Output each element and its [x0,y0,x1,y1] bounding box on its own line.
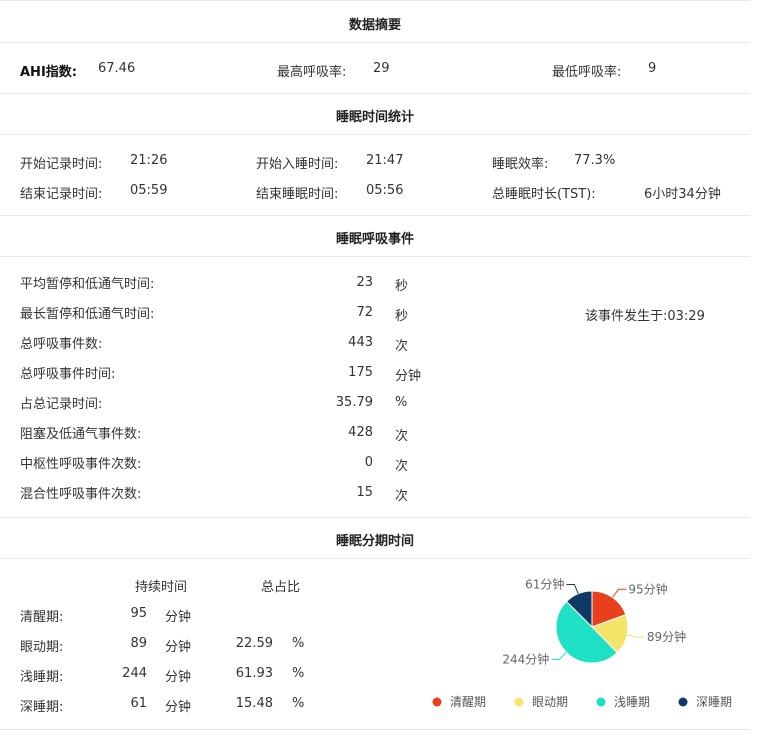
event-row-unit: % [395,395,408,410]
event-row-value: 175 [348,365,373,380]
event-row-value: 23 [356,275,373,290]
event-row-label: 最长暂停和低通气时间: [20,307,155,322]
stage-unit: 分钟 [165,670,192,685]
legend-label[interactable]: 浅睡期 [614,695,650,709]
event-row-value: 15 [356,485,373,500]
stage-minutes: 244 [122,666,147,681]
pie-label-line [551,651,567,660]
divider [0,256,750,257]
stage-ratio: 15.48 [235,696,273,711]
legend-marker[interactable] [514,697,524,707]
pie-data-label: 89分钟 [647,629,686,644]
end-sleep-label: 结束睡眠时间: [256,187,339,202]
event-row-label: 阻塞及低通气事件数: [20,427,142,442]
col-duration-header: 持续时间 [135,580,188,595]
event-row-label: 混合性呼吸事件次数: [20,487,142,502]
event-row-label: 平均暂停和低通气时间: [20,277,155,292]
divider [0,42,750,43]
stage-unit: 分钟 [165,640,192,655]
stage-minutes: 95 [130,606,147,621]
pie-data-label: 61分钟 [525,576,564,591]
divider [0,93,750,94]
event-row-value: 443 [348,335,373,350]
pie-data-label: 244分钟 [502,651,549,666]
max-resp-label: 最高呼吸率: [277,65,347,80]
start-sleep-value: 21:47 [366,153,404,168]
pie-label-line [627,634,645,638]
tst-label: 总睡眠时长(TST): [492,187,596,202]
pie-label-line [612,588,627,598]
max-resp-value: 29 [373,61,390,76]
efficiency-label: 睡眠效率: [492,157,549,172]
stage-pct: % [292,696,305,711]
stage-name: 清醒期: [20,610,64,625]
stage-name: 眼动期: [20,640,64,655]
legend-marker[interactable] [596,697,606,707]
divider [0,0,750,1]
event-row-label: 中枢性呼吸事件次数: [20,457,142,472]
start-sleep-label: 开始入睡时间: [256,157,339,172]
event-row-unit: 秒 [395,309,409,324]
event-row-unit: 次 [395,429,409,444]
stage-pct: % [292,666,305,681]
stage-ratio: 22.59 [235,636,273,651]
event-row-label: 总呼吸事件数: [20,337,103,352]
sleep-time-title: 睡眠时间统计 [335,110,414,125]
divider [0,729,750,730]
legend-label[interactable]: 清醒期 [450,695,486,709]
event-row-unit: 次 [395,339,409,354]
min-resp-value: 9 [648,61,657,76]
divider [0,134,750,135]
summary-title: 数据摘要 [348,18,401,33]
pie-label-line [566,583,579,594]
event-row-unit: 次 [395,459,409,474]
stage-name: 深睡期: [20,700,64,715]
stage-unit: 分钟 [165,610,192,625]
stage-ratio: 61.93 [235,666,273,681]
end-record-value: 05:59 [130,183,168,198]
divider [0,215,750,216]
stage-name: 浅睡期: [20,670,64,685]
event-row-label: 占总记录时间: [20,397,103,412]
stage-unit: 分钟 [165,700,192,715]
end-record-label: 结束记录时间: [20,187,103,202]
legend-marker[interactable] [432,697,442,707]
efficiency-value: 77.3% [574,153,616,168]
start-record-label: 开始记录时间: [20,157,103,172]
event-row-unit: 秒 [395,279,409,294]
legend-label[interactable]: 深睡期 [696,695,732,709]
min-resp-label: 最低呼吸率: [552,65,622,80]
divider [0,517,750,518]
ahi-label: AHI指数: [20,65,77,80]
events-title: 睡眠呼吸事件 [335,232,414,247]
col-ratio-header: 总占比 [261,580,301,595]
event-row-value: 35.79 [335,395,373,410]
event-row-unit: 分钟 [395,369,422,384]
divider [0,558,750,559]
tst-value: 6小时34分钟 [644,187,721,202]
event-row-unit: 次 [395,489,409,504]
end-sleep-value: 05:56 [366,183,404,198]
stage-minutes: 61 [130,696,147,711]
event-row-value: 72 [356,305,373,320]
start-record-value: 21:26 [130,153,168,168]
event-occurrence-text: 该事件发生于:03:29 [585,309,705,324]
stage-minutes: 89 [130,636,147,651]
legend-label[interactable]: 眼动期 [532,695,568,709]
event-row-value: 0 [364,455,373,470]
event-row-label: 总呼吸事件时间: [20,367,116,382]
pie-data-label: 95分钟 [628,581,667,596]
ahi-value: 67.46 [98,61,136,76]
legend-marker[interactable] [678,697,688,707]
stage-pct: % [292,636,305,651]
sleep-stage-pie-chart: 95分钟 89分钟 244分钟 61分钟清醒期 眼动期 浅睡期 深睡期 [432,576,732,709]
event-row-value: 428 [348,425,373,440]
stages-title: 睡眠分期时间 [335,534,414,549]
